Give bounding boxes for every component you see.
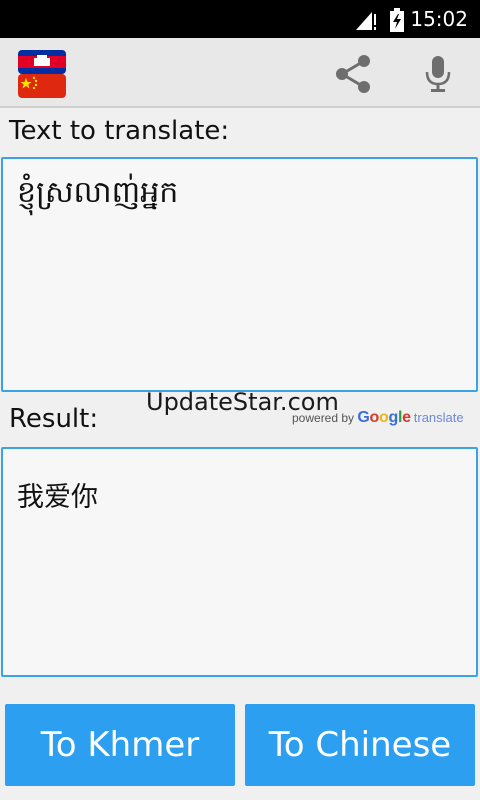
google-logo: Google — [357, 409, 411, 426]
microphone-icon — [425, 56, 451, 92]
share-button[interactable] — [330, 52, 378, 96]
powered-by-suffix: translate — [413, 410, 464, 425]
to-chinese-button[interactable]: To Chinese — [245, 704, 475, 786]
cambodia-china-flags-icon — [18, 50, 66, 98]
signal-icon — [356, 10, 378, 34]
microphone-button[interactable] — [416, 52, 460, 96]
powered-by-prefix: powered by — [292, 411, 355, 425]
battery-icon — [390, 8, 404, 36]
source-label: Text to translate: — [9, 116, 230, 146]
status-time: 15:02 — [410, 7, 468, 31]
source-text-input[interactable]: ខ្ញុំស្រលាញ់អ្នក — [1, 157, 478, 392]
result-label: Result: — [9, 404, 99, 434]
powered-by-google: powered by Google translate — [292, 409, 464, 427]
result-text-output[interactable]: 我爱你 — [1, 447, 478, 677]
action-bar — [0, 38, 480, 108]
to-khmer-button[interactable]: To Khmer — [5, 704, 235, 786]
status-bar: 15:02 — [0, 0, 480, 38]
share-icon — [336, 55, 370, 93]
